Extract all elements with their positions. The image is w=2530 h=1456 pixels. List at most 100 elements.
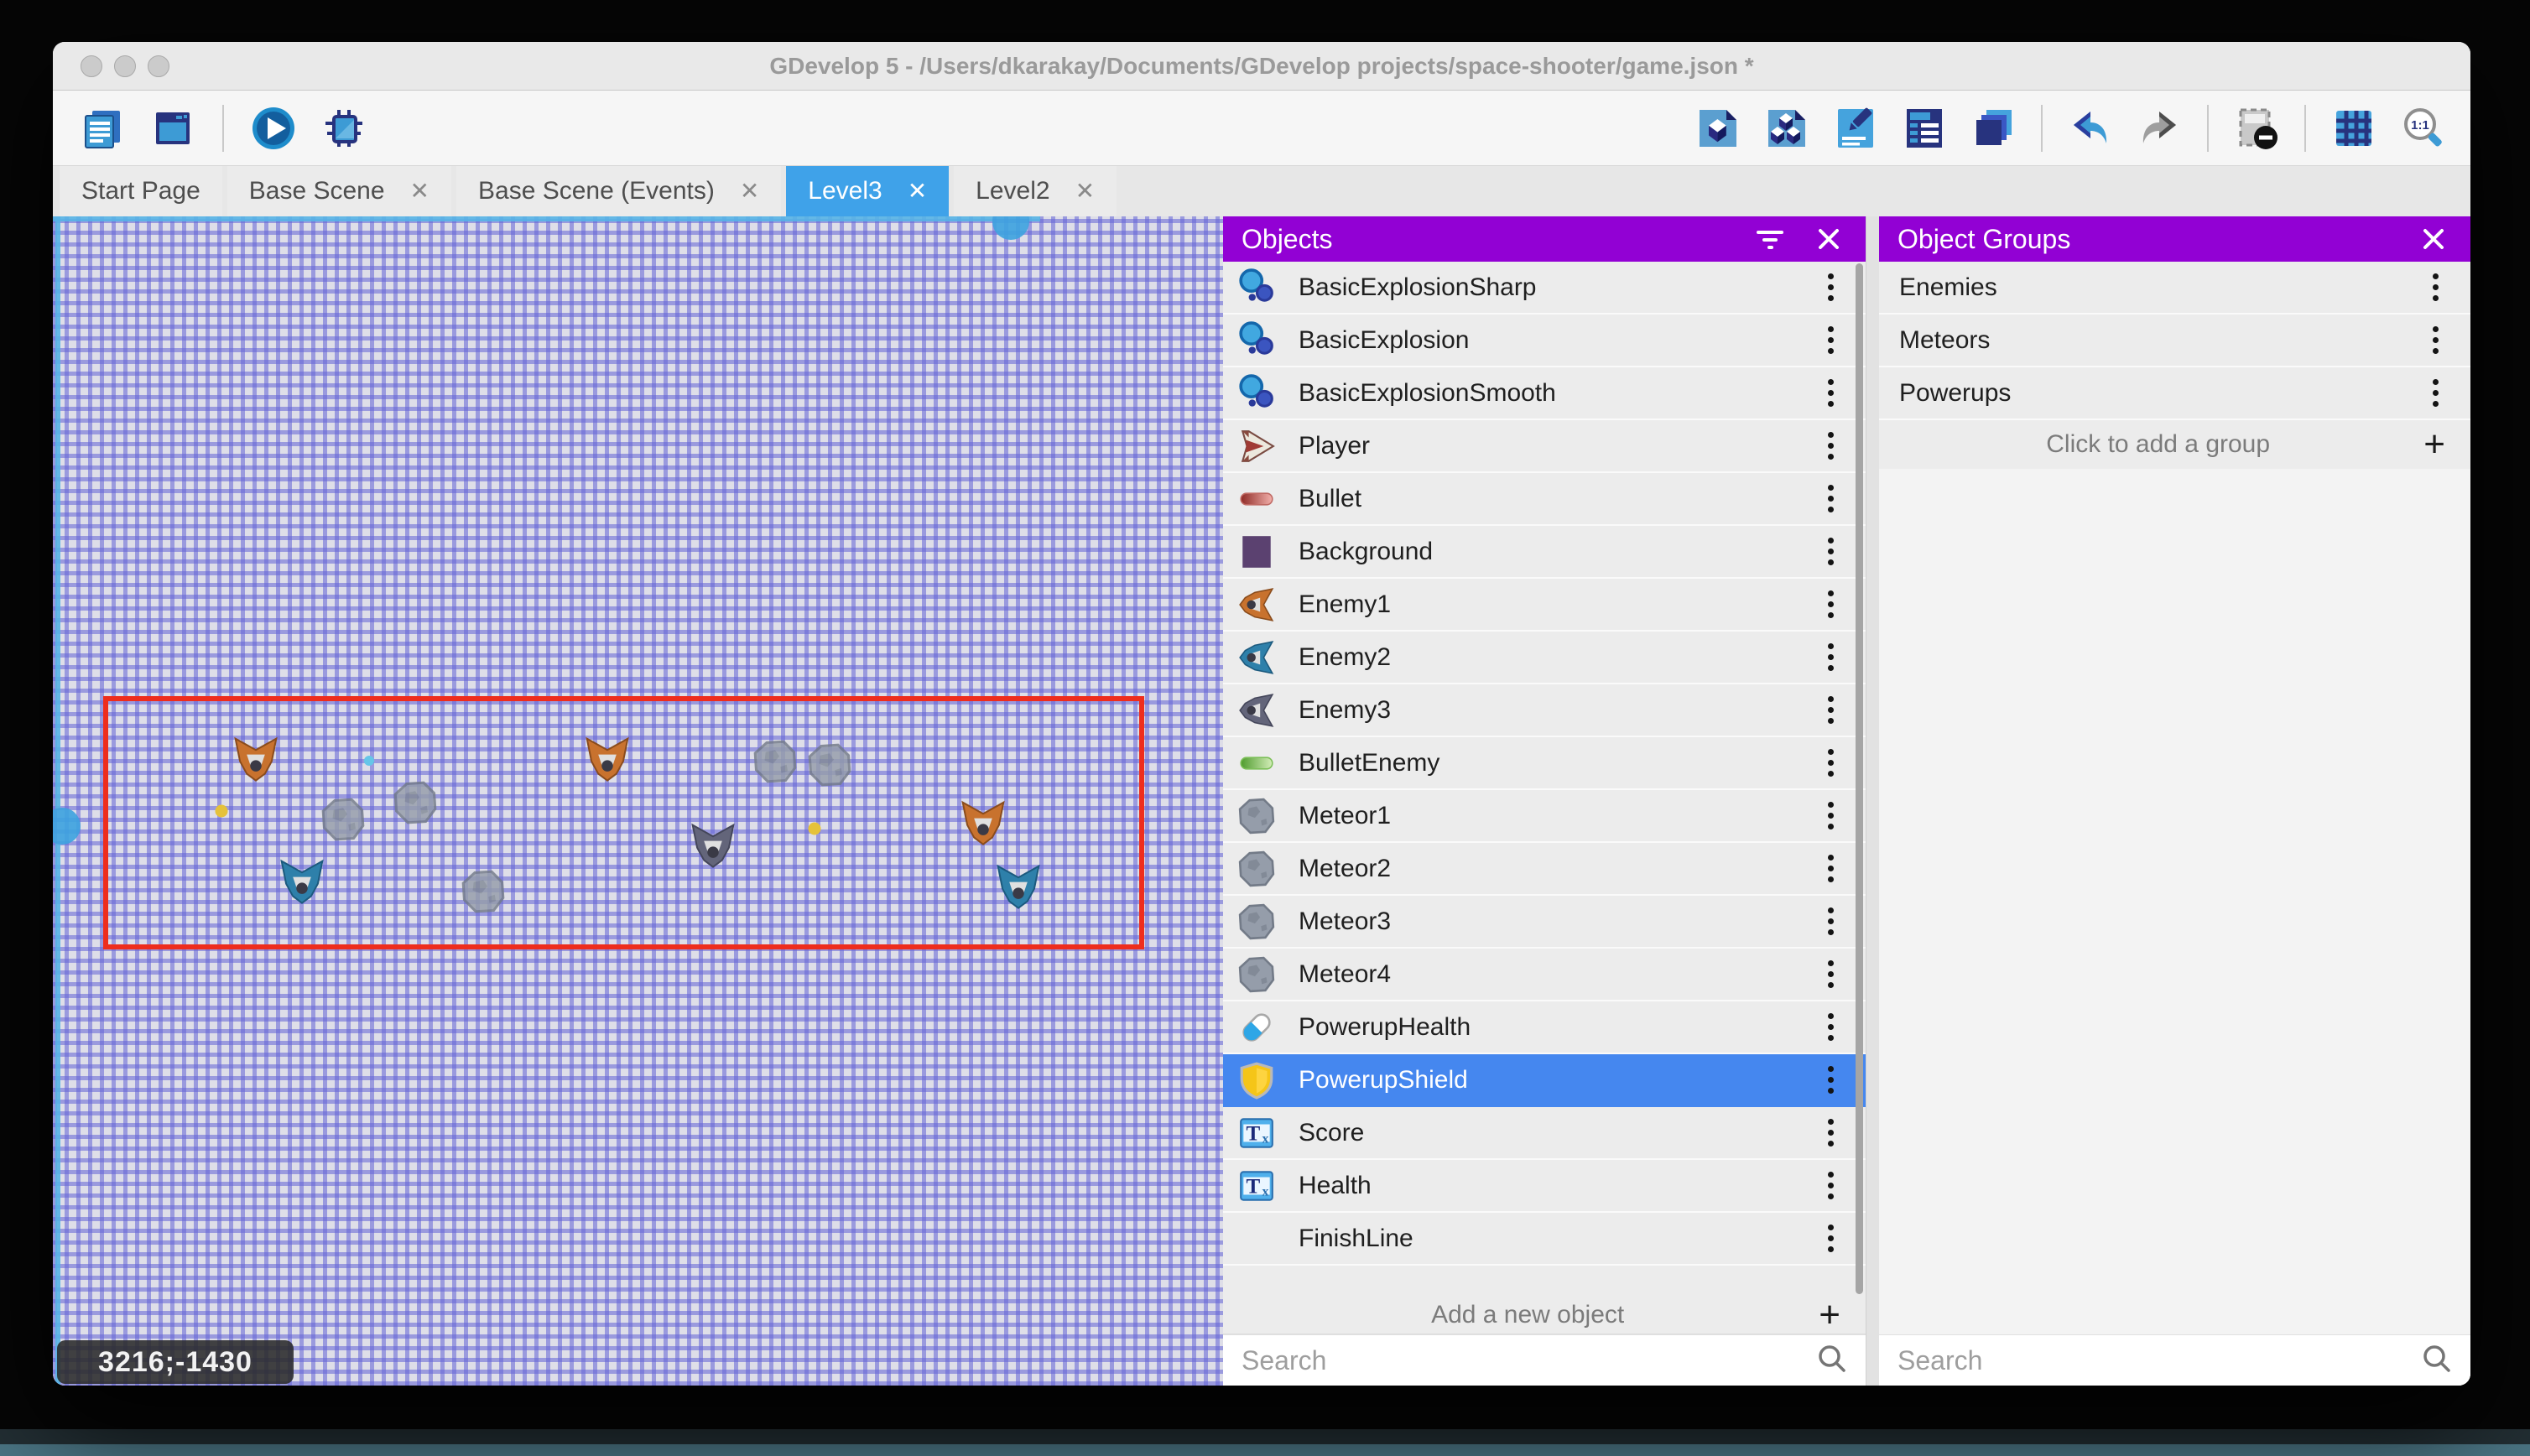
object-menu-kebab-icon[interactable] xyxy=(1821,850,1840,887)
object-row-basicexplosion[interactable]: BasicExplosion xyxy=(1223,315,1866,367)
object-groups-icon[interactable] xyxy=(1762,104,1811,153)
add-group-label: Click to add a group xyxy=(1892,430,2423,459)
instance-enemy-orange[interactable] xyxy=(589,741,626,777)
filter-icon[interactable] xyxy=(1752,221,1788,257)
object-row-health[interactable]: TxHealth xyxy=(1223,1160,1866,1213)
toggle-mask-icon[interactable] xyxy=(2232,104,2281,153)
object-menu-kebab-icon[interactable] xyxy=(2426,268,2445,306)
object-name: BasicExplosionSharp xyxy=(1299,273,1821,302)
objects-editor-icon[interactable] xyxy=(1694,104,1742,153)
instance-dot-cyan[interactable] xyxy=(364,756,374,766)
group-row-powerups[interactable]: Powerups xyxy=(1879,367,2470,420)
object-row-player[interactable]: Player xyxy=(1223,420,1866,473)
object-menu-kebab-icon[interactable] xyxy=(1821,1167,1840,1204)
object-row-meteor1[interactable]: Meteor1 xyxy=(1223,790,1866,843)
play-preview-icon[interactable] xyxy=(249,104,298,153)
tab-close-icon[interactable]: ✕ xyxy=(908,179,927,203)
object-row-basicexplosionsharp[interactable]: BasicExplosionSharp xyxy=(1223,262,1866,315)
object-menu-kebab-icon[interactable] xyxy=(1821,533,1840,570)
objects-list-scrollbar-thumb[interactable] xyxy=(1856,263,1863,1294)
properties-icon[interactable] xyxy=(1831,104,1880,153)
tab-base-scene-events-[interactable]: Base Scene (Events)✕ xyxy=(456,166,781,216)
redo-icon[interactable] xyxy=(2135,104,2184,153)
object-row-enemy1[interactable]: Enemy1 xyxy=(1223,579,1866,632)
group-row-meteors[interactable]: Meteors xyxy=(1879,315,2470,367)
object-menu-kebab-icon[interactable] xyxy=(1821,638,1840,676)
add-group-row[interactable]: Click to add a group + xyxy=(1879,420,2470,469)
instance-meteor[interactable] xyxy=(811,746,848,783)
instance-dot-yellow[interactable] xyxy=(809,823,821,835)
tab-close-icon[interactable]: ✕ xyxy=(410,179,429,203)
object-menu-kebab-icon[interactable] xyxy=(1821,1114,1840,1152)
object-menu-kebab-icon[interactable] xyxy=(1821,268,1840,306)
instance-enemy-orange[interactable] xyxy=(965,804,1002,841)
canvas-vertical-scrollbar[interactable] xyxy=(55,216,60,1386)
instance-enemy-gray[interactable] xyxy=(695,827,731,864)
object-row-meteor4[interactable]: Meteor4 xyxy=(1223,949,1866,1001)
object-menu-kebab-icon[interactable] xyxy=(1821,585,1840,623)
zoom-1-1-icon[interactable]: 1:1 xyxy=(2398,104,2447,153)
instances-list-icon[interactable] xyxy=(1900,104,1949,153)
tab-close-icon[interactable]: ✕ xyxy=(1075,179,1095,203)
object-menu-kebab-icon[interactable] xyxy=(1821,374,1840,412)
instance-meteor[interactable] xyxy=(397,784,434,821)
instance-meteor[interactable] xyxy=(757,743,794,780)
instance-meteor[interactable] xyxy=(465,873,502,910)
scene-editor-canvas[interactable]: 3216;-1430 xyxy=(53,216,1223,1386)
project-manager-icon[interactable] xyxy=(78,104,127,153)
object-menu-kebab-icon[interactable] xyxy=(1821,797,1840,835)
canvas-horizontal-scrollbar-thumb[interactable] xyxy=(992,216,1029,240)
toolbar-right-group: 1:1 xyxy=(1694,104,2470,153)
object-menu-kebab-icon[interactable] xyxy=(1821,955,1840,993)
object-row-bullet[interactable]: Bullet xyxy=(1223,473,1866,526)
debug-icon[interactable] xyxy=(320,104,368,153)
grid-icon[interactable] xyxy=(2330,104,2378,153)
object-row-meteor3[interactable]: Meteor3 xyxy=(1223,896,1866,949)
object-menu-kebab-icon[interactable] xyxy=(1821,480,1840,517)
object-row-meteor2[interactable]: Meteor2 xyxy=(1223,843,1866,896)
add-new-object-row[interactable]: Add a new object + xyxy=(1223,1296,1866,1334)
object-menu-kebab-icon[interactable] xyxy=(1821,691,1840,729)
canvas-horizontal-scrollbar[interactable] xyxy=(53,216,1040,221)
object-menu-kebab-icon[interactable] xyxy=(1821,744,1840,782)
close-icon[interactable] xyxy=(2415,221,2452,257)
object-row-background[interactable]: Background xyxy=(1223,526,1866,579)
object-row-poweruphealth[interactable]: PowerupHealth xyxy=(1223,1001,1866,1054)
instance-enemy-blue[interactable] xyxy=(284,863,320,900)
object-row-score[interactable]: TxScore xyxy=(1223,1107,1866,1160)
close-icon[interactable] xyxy=(1810,221,1847,257)
object-row-enemy2[interactable]: Enemy2 xyxy=(1223,632,1866,684)
svg-text:x: x xyxy=(1262,1131,1269,1146)
object-menu-kebab-icon[interactable] xyxy=(1821,1219,1840,1257)
instance-enemy-blue[interactable] xyxy=(1000,868,1037,905)
object-menu-kebab-icon[interactable] xyxy=(1821,1008,1840,1046)
instance-dot-yellow[interactable] xyxy=(216,805,228,818)
objects-search-input[interactable] xyxy=(1240,1344,1815,1377)
tab-start-page[interactable]: Start Page xyxy=(60,166,222,216)
object-row-powerupshield[interactable]: PowerupShield xyxy=(1223,1054,1866,1107)
object-menu-kebab-icon[interactable] xyxy=(1821,427,1840,465)
object-row-enemy3[interactable]: Enemy3 xyxy=(1223,684,1866,737)
object-menu-kebab-icon[interactable] xyxy=(2426,321,2445,359)
tab-base-scene[interactable]: Base Scene✕ xyxy=(227,166,451,216)
tab-level2[interactable]: Level2✕ xyxy=(954,166,1117,216)
object-row-basicexplosionsmooth[interactable]: BasicExplosionSmooth xyxy=(1223,367,1866,420)
tab-level3[interactable]: Level3✕ xyxy=(786,166,949,216)
scene-window-icon[interactable] xyxy=(148,104,197,153)
instance-enemy-orange[interactable] xyxy=(237,741,274,777)
group-row-enemies[interactable]: Enemies xyxy=(1879,262,2470,315)
object-row-bulletenemy[interactable]: BulletEnemy xyxy=(1223,737,1866,790)
object-menu-kebab-icon[interactable] xyxy=(1821,1061,1840,1099)
undo-icon[interactable] xyxy=(2066,104,2115,153)
tab-close-icon[interactable]: ✕ xyxy=(740,179,759,203)
instance-meteor[interactable] xyxy=(325,801,362,838)
object-menu-kebab-icon[interactable] xyxy=(1821,902,1840,940)
layers-icon[interactable] xyxy=(1969,104,2017,153)
object-name: Bullet xyxy=(1299,485,1821,513)
object-menu-kebab-icon[interactable] xyxy=(1821,321,1840,359)
object-row-finishline[interactable]: FinishLine xyxy=(1223,1213,1866,1266)
object-menu-kebab-icon[interactable] xyxy=(2426,374,2445,412)
canvas-vertical-scrollbar-thumb[interactable] xyxy=(53,808,81,845)
shield-icon xyxy=(1236,1060,1277,1100)
groups-search-input[interactable] xyxy=(1896,1344,2420,1377)
